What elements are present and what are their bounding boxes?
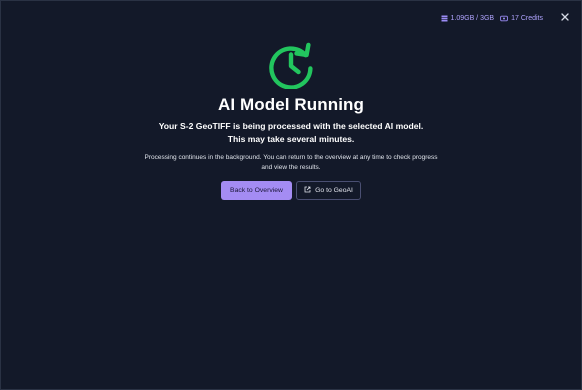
status-note: Processing continues in the background. … <box>144 154 438 171</box>
go-to-geoai-label: Go to GeoAI <box>315 187 353 194</box>
credits-icon <box>500 15 508 22</box>
back-to-overview-button[interactable]: Back to Overview <box>221 181 292 200</box>
storage-label: 1.09GB / 3GB <box>450 14 495 22</box>
back-to-overview-label: Back to Overview <box>230 187 283 194</box>
storage-icon <box>441 15 448 22</box>
close-button[interactable] <box>559 12 571 24</box>
close-icon <box>561 13 569 23</box>
refresh-clock-icon <box>267 41 315 90</box>
storage-indicator: 1.09GB / 3GB <box>441 14 495 22</box>
processing-dialog: 1.09GB / 3GB 17 Credits AI Model Running… <box>0 0 582 390</box>
external-link-icon <box>304 186 311 195</box>
top-status-bar: 1.09GB / 3GB 17 Credits <box>441 11 572 25</box>
credits-label: 17 Credits <box>511 14 543 22</box>
action-buttons: Back to Overview Go to GeoAI <box>221 181 361 200</box>
status-panel: AI Model Running Your S-2 GeoTIFF is bei… <box>1 41 581 200</box>
go-to-geoai-button[interactable]: Go to GeoAI <box>296 181 361 200</box>
status-message: Your S-2 GeoTIFF is being processed with… <box>158 121 424 144</box>
page-title: AI Model Running <box>217 95 365 114</box>
credits-indicator: 17 Credits <box>500 15 543 22</box>
